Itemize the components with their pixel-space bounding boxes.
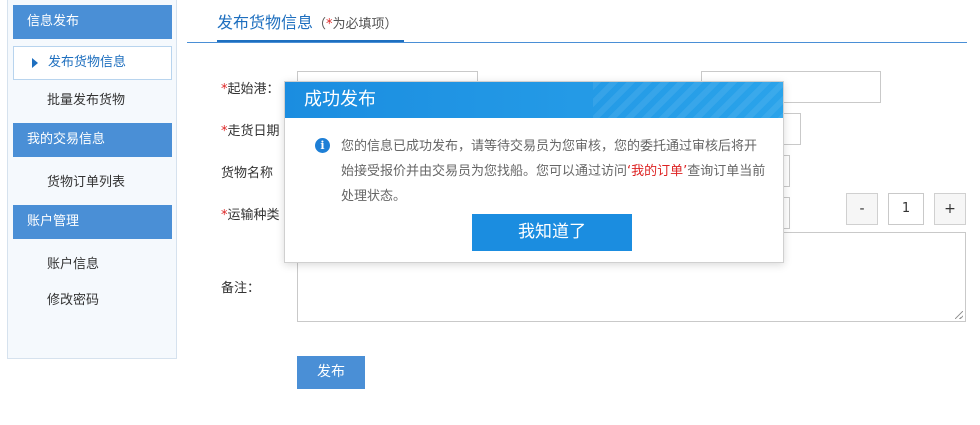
header-decoration bbox=[593, 82, 783, 118]
sidebar-section-my-trades[interactable]: 我的交易信息 bbox=[13, 123, 172, 157]
remark-label: 备注： bbox=[221, 281, 261, 296]
quantity-increment-button[interactable]: + bbox=[934, 193, 966, 225]
sidebar-section-info-publish[interactable]: 信息发布 bbox=[13, 5, 172, 39]
caret-right-icon bbox=[32, 58, 38, 68]
transport-type-label: *运输种类 bbox=[221, 208, 280, 223]
success-dialog: 成功发布 i 您的信息已成功发布，请等待交易员为您审核，您的委托通过审核后将开始… bbox=[284, 81, 784, 263]
ship-date-label: *走货日期 bbox=[221, 124, 280, 139]
tab-divider bbox=[187, 42, 967, 43]
origin-port-label: *起始港： bbox=[221, 82, 280, 97]
publish-button[interactable]: 发布 bbox=[297, 356, 365, 389]
quantity-input[interactable]: 1 bbox=[888, 193, 924, 225]
acknowledge-button[interactable]: 我知道了 bbox=[472, 214, 632, 251]
resize-handle-icon[interactable] bbox=[955, 311, 963, 319]
info-icon: i bbox=[315, 138, 330, 153]
required-note: （*为必填项） bbox=[313, 17, 398, 32]
goods-name-label: 货物名称 bbox=[221, 166, 274, 181]
sidebar-item-change-password[interactable]: 修改密码 bbox=[13, 284, 172, 318]
dialog-message: 您的信息已成功发布，请等待交易员为您审核，您的委托通过审核后将开始接受报价并由交… bbox=[341, 139, 766, 204]
sidebar-item-label: 发布货物信息 bbox=[48, 55, 127, 70]
quantity-decrement-button[interactable]: - bbox=[846, 193, 878, 225]
dialog-header: 成功发布 bbox=[285, 82, 783, 118]
sidebar-item-order-list[interactable]: 货物订单列表 bbox=[13, 166, 172, 200]
page-title: 发布货物信息 bbox=[217, 13, 314, 32]
sidebar-item-batch-publish[interactable]: 批量发布货物 bbox=[13, 84, 172, 118]
tab-publish-goods[interactable]: 发布货物信息（*为必填项） bbox=[217, 10, 398, 40]
sidebar: 信息发布 发布货物信息 批量发布货物 我的交易信息 货物订单列表 账户管理 账户… bbox=[7, 0, 177, 359]
sidebar-item-account-info[interactable]: 账户信息 bbox=[13, 248, 172, 282]
sidebar-item-publish-goods[interactable]: 发布货物信息 bbox=[13, 46, 172, 80]
sidebar-section-account[interactable]: 账户管理 bbox=[13, 205, 172, 239]
my-orders-link[interactable]: ‘我的订单’ bbox=[627, 164, 687, 179]
dialog-title: 成功发布 bbox=[304, 89, 376, 110]
